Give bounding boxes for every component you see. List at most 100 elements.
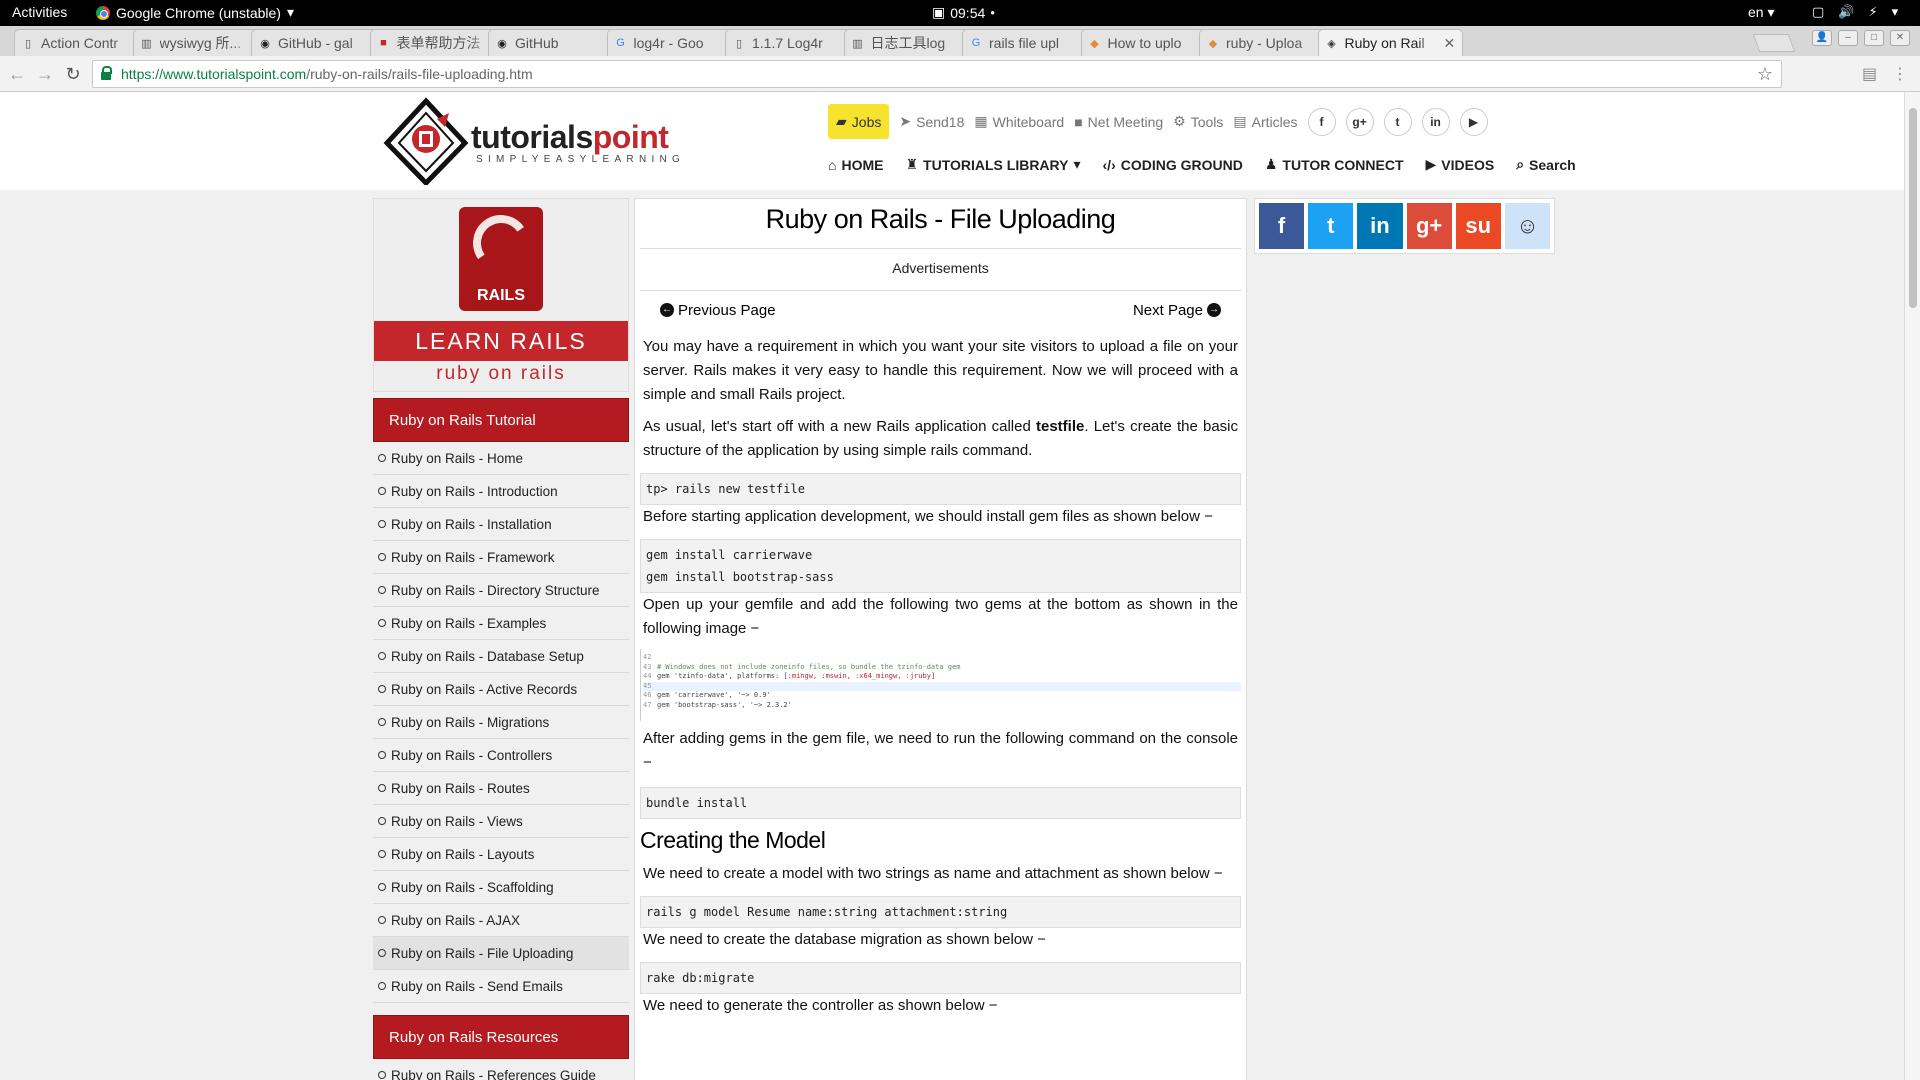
bullet-icon	[378, 751, 386, 759]
nav-videos[interactable]: ▶ VIDEOS	[1426, 156, 1495, 173]
learn-rails-banner[interactable]: RAILS LEARN RAILS ruby on rails	[373, 198, 629, 392]
previous-page-label: Previous Page	[678, 301, 776, 319]
facebook-icon[interactable]: f	[1307, 107, 1336, 136]
language-selector[interactable]: en ▾	[1748, 4, 1775, 21]
chevron-down-icon: ▾	[286, 4, 295, 20]
code-block[interactable]: gem install carrierwave gem install boot…	[640, 539, 1241, 593]
sidebar-item-label: Ruby on Rails - Introduction	[391, 483, 558, 499]
sidebar-item[interactable]: Ruby on Rails - Views	[373, 805, 629, 838]
sidebar-item[interactable]: Ruby on Rails - Framework	[373, 541, 629, 574]
sidebar-item[interactable]: Ruby on Rails - Send Emails	[373, 970, 629, 1003]
sidebar-item[interactable]: Ruby on Rails - Examples	[373, 607, 629, 640]
code-text: gem 'carrierwave', '~> 0.9'	[657, 691, 771, 699]
browser-tab[interactable]: ◈ Ruby on Rail ✕	[1317, 29, 1463, 56]
line-number: 45	[643, 681, 652, 690]
sidebar-item-label: Ruby on Rails - File Uploading	[391, 945, 574, 961]
sidebar-item[interactable]: Ruby on Rails - Active Records	[373, 673, 629, 706]
github-icon: ◉	[260, 37, 270, 50]
site-logo[interactable]: tutorialspoint SIMPLYEASYLEARNING	[383, 97, 703, 185]
code-block[interactable]: bundle install	[640, 787, 1241, 819]
scrollbar-thumb[interactable]	[1909, 108, 1917, 308]
youtube-icon[interactable]: ▶	[1459, 107, 1488, 136]
site-header: tutorialspoint SIMPLYEASYLEARNING ▰ Jobs …	[0, 92, 1904, 190]
sidebar-item-references-guide[interactable]: Ruby on Rails - References Guide	[373, 1059, 629, 1080]
sidebar-item-label: Ruby on Rails - Routes	[391, 780, 530, 796]
previous-page-link[interactable]: ← Previous Page	[660, 302, 776, 319]
page-icon: ▯	[735, 37, 743, 50]
googleplus-icon[interactable]: g+	[1345, 107, 1374, 136]
system-tray[interactable]: ▢ 🔊 ⚡ ▾	[1812, 4, 1898, 20]
forward-button[interactable]: →	[34, 63, 56, 85]
tab-title: Ruby on Rail	[1344, 35, 1425, 51]
code-block[interactable]: tp> rails new testfile	[640, 473, 1241, 505]
tp-icon: ◈	[1327, 37, 1336, 50]
sidebar-item[interactable]: Ruby on Rails - Layouts	[373, 838, 629, 871]
twitter-icon[interactable]: t	[1308, 203, 1354, 249]
twitter-icon[interactable]: t	[1383, 107, 1412, 136]
whiteboard-link[interactable]: ▦ Whiteboard	[974, 113, 1064, 130]
sidebar-item[interactable]: Ruby on Rails - Database Setup	[373, 640, 629, 673]
sidebar-item[interactable]: Ruby on Rails - Routes	[373, 772, 629, 805]
sidebar-item-label: Ruby on Rails - Active Records	[391, 681, 578, 697]
code-block[interactable]: rails g model Resume name:string attachm…	[640, 896, 1241, 928]
maximize-button[interactable]: □	[1864, 30, 1884, 46]
send18-link[interactable]: ➤ Send18	[899, 113, 964, 130]
activities-button[interactable]: Activities	[12, 4, 67, 20]
nav-home-label: HOME	[841, 156, 884, 173]
nav-search[interactable]: ⌕ Search	[1516, 156, 1576, 173]
extension-icon[interactable]: ▤	[1862, 64, 1877, 84]
address-bar[interactable]: https://www.tutorialspoint.com/ruby-on-r…	[92, 60, 1782, 88]
linkedin-icon[interactable]: in	[1357, 203, 1403, 249]
article-content: Ruby on Rails - File Uploading Advertise…	[634, 198, 1247, 1080]
nav-coding-ground[interactable]: ‹/› CODING GROUND	[1103, 156, 1243, 173]
tools-link[interactable]: ⚙ Tools	[1173, 113, 1223, 130]
line-number: 47	[643, 700, 652, 709]
bullet-icon	[378, 949, 386, 957]
ruby-on-rails-subtitle: ruby on rails	[436, 363, 566, 384]
sidebar-item[interactable]: Ruby on Rails - Directory Structure	[373, 574, 629, 607]
close-icon[interactable]: ✕	[1444, 35, 1456, 52]
nav-tutor-connect[interactable]: ♟ TUTOR CONNECT	[1265, 156, 1404, 173]
reddit-icon[interactable]: ☺	[1504, 203, 1551, 249]
stumbleupon-icon[interactable]: su	[1455, 203, 1501, 249]
jobs-link[interactable]: ▰ Jobs	[828, 104, 890, 139]
back-button[interactable]: ←	[6, 63, 28, 85]
sidebar-item[interactable]: Ruby on Rails - Controllers	[373, 739, 629, 772]
nav-search-label: Search	[1529, 156, 1576, 173]
user-icon[interactable]: 👤	[1812, 30, 1832, 46]
sidebar-item-label: Ruby on Rails - Scaffolding	[391, 879, 554, 895]
nav-home[interactable]: ⌂ HOME	[828, 156, 883, 173]
sidebar-item[interactable]: Ruby on Rails - Migrations	[373, 706, 629, 739]
app-menu[interactable]: Google Chrome (unstable) ▾	[96, 4, 294, 21]
code-block[interactable]: rake db:migrate	[640, 962, 1241, 994]
clock[interactable]: ▣ 09:54 ●	[932, 4, 995, 21]
tab-title: 日志工具log	[870, 35, 946, 51]
sidebar-item-label: Ruby on Rails - AJAX	[391, 912, 521, 928]
reload-button[interactable]: ↻	[62, 63, 84, 85]
articles-link[interactable]: ▤ Articles	[1233, 113, 1297, 130]
close-window-button[interactable]: ✕	[1890, 30, 1910, 46]
page-scrollbar[interactable]	[1904, 92, 1920, 1080]
new-tab-button[interactable]	[1752, 34, 1796, 52]
sidebar-item[interactable]: Ruby on Rails - Home	[373, 442, 629, 475]
net-meeting-link[interactable]: ■ Net Meeting	[1074, 114, 1163, 130]
paragraph: We need to create a model with two strin…	[643, 865, 1223, 882]
facebook-icon[interactable]: f	[1259, 203, 1305, 249]
nav-coding-label: CODING GROUND	[1120, 156, 1243, 173]
nav-tutorials-library[interactable]: ♜ TUTORIALS LIBRARY ▾	[905, 156, 1080, 173]
minimize-button[interactable]: –	[1838, 30, 1858, 46]
sidebar-item[interactable]: Ruby on Rails - File Uploading	[373, 937, 629, 970]
sidebar-item[interactable]: Ruby on Rails - Scaffolding	[373, 871, 629, 904]
menu-icon[interactable]: ⋮	[1892, 64, 1908, 84]
sidebar-item[interactable]: Ruby on Rails - AJAX	[373, 904, 629, 937]
sidebar-item-label: Ruby on Rails - Examples	[391, 615, 547, 631]
sidebar-item[interactable]: Ruby on Rails - Introduction	[373, 475, 629, 508]
next-page-link[interactable]: Next Page →	[1133, 302, 1221, 319]
bookmark-star-icon[interactable]: ☆	[1757, 64, 1773, 85]
sidebar-item[interactable]: Ruby on Rails - Installation	[373, 508, 629, 541]
sidebar-item-label: Ruby on Rails - Send Emails	[391, 978, 563, 994]
url-host: https://www.tutorialspoint.com	[121, 66, 307, 82]
library-icon: ♜	[905, 156, 919, 172]
linkedin-icon[interactable]: in	[1421, 107, 1450, 136]
googleplus-icon[interactable]: g+	[1406, 203, 1452, 249]
